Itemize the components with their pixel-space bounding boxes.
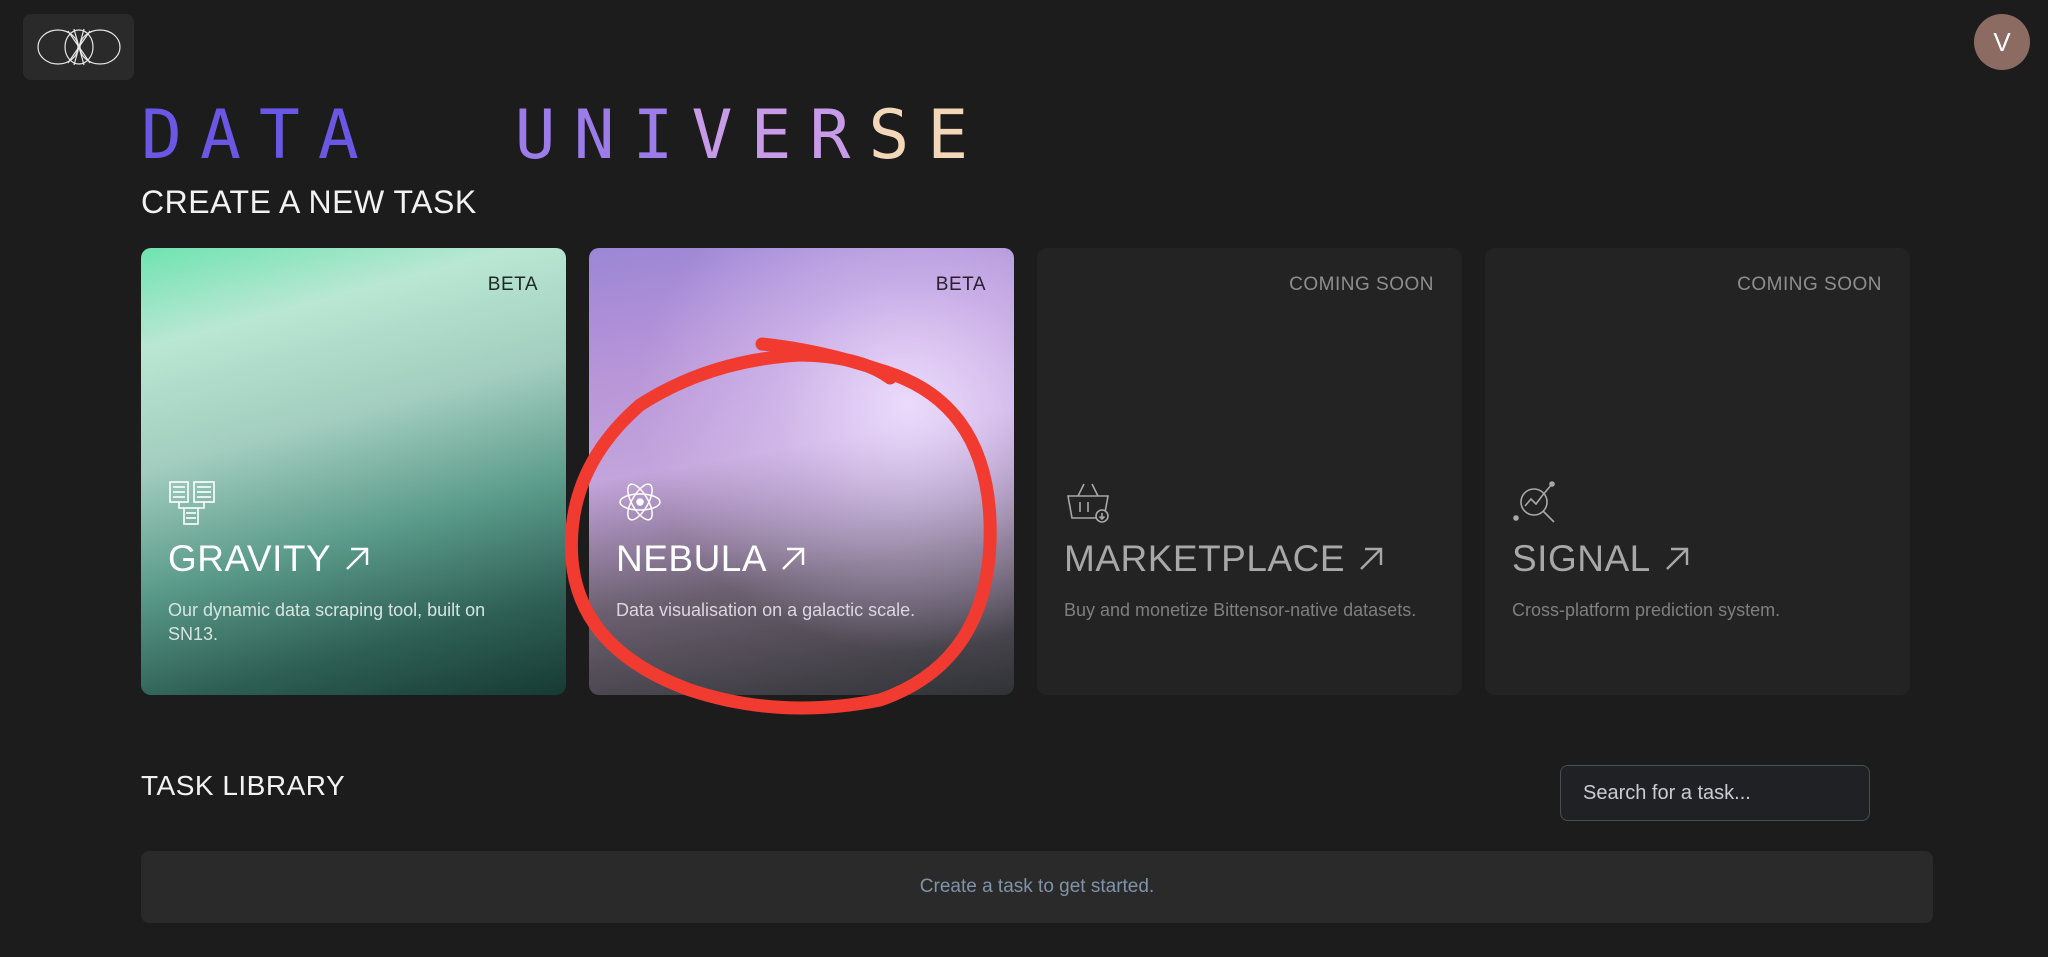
arrow-up-right-icon (1665, 547, 1688, 570)
card-tag: BETA (487, 274, 538, 295)
arrow-up-right-icon (1360, 547, 1383, 570)
card-title: GRAVITY (168, 538, 371, 580)
card-signal[interactable]: COMING SOON SIGNAL Cross-platform predic… (1485, 248, 1910, 695)
empty-state-message: Create a task to get started. (919, 876, 1155, 897)
data-table-icon (169, 481, 215, 525)
brand-title: DATA UNIVERSE (141, 96, 986, 176)
card-title-text: NEBULA (616, 538, 768, 579)
card-title-text: SIGNAL (1512, 538, 1651, 579)
infinity-loops-logo-icon (36, 28, 121, 66)
card-tag: COMING SOON (1737, 274, 1882, 295)
task-library-empty-state: Create a task to get started. (141, 851, 1933, 923)
card-tag: BETA (935, 274, 986, 295)
user-avatar[interactable]: V (1974, 14, 2030, 70)
arrow-up-right-icon (346, 547, 369, 570)
page: V DATA UNIVERSE CREATE A NEW TASK BETA G… (0, 0, 2048, 957)
card-title: MARKETPLACE (1064, 538, 1385, 580)
brand-word-universe-c: SE (868, 96, 987, 175)
card-title: NEBULA (616, 538, 807, 580)
logo-button[interactable] (23, 14, 134, 80)
card-description: Our dynamic data scraping tool, built on… (168, 600, 486, 644)
avatar-initial: V (1993, 26, 2011, 57)
card-nebula[interactable]: BETA NEBULA Data visualisation on a gala… (589, 248, 1014, 695)
brand-word-universe-a: UNI (514, 96, 692, 175)
brand-word-data: DATA (141, 96, 377, 175)
task-library-heading: TASK LIBRARY (141, 770, 346, 801)
brand-word-universe-b: VER (691, 96, 869, 175)
card-description: Data visualisation on a galactic scale. (616, 600, 916, 620)
card-gravity[interactable]: BETA GRAVITY Our dynamic data scraping t… (141, 248, 566, 695)
card-title-text: GRAVITY (168, 538, 332, 579)
atom-icon (619, 483, 661, 521)
card-title-text: MARKETPLACE (1064, 538, 1346, 579)
task-search-input[interactable] (1560, 765, 1870, 821)
basket-icon (1067, 483, 1109, 523)
magnifier-chart-icon (1513, 481, 1555, 523)
card-tag: COMING SOON (1289, 274, 1434, 295)
card-description: Cross-platform prediction system. (1512, 600, 1781, 620)
card-description: Buy and monetize Bittensor-native datase… (1064, 600, 1417, 620)
card-title: SIGNAL (1512, 538, 1691, 580)
create-task-heading: CREATE A NEW TASK (141, 184, 477, 220)
card-marketplace[interactable]: COMING SOON MARKETPLACE Buy and monetize… (1037, 248, 1462, 695)
arrow-up-right-icon (782, 547, 805, 570)
